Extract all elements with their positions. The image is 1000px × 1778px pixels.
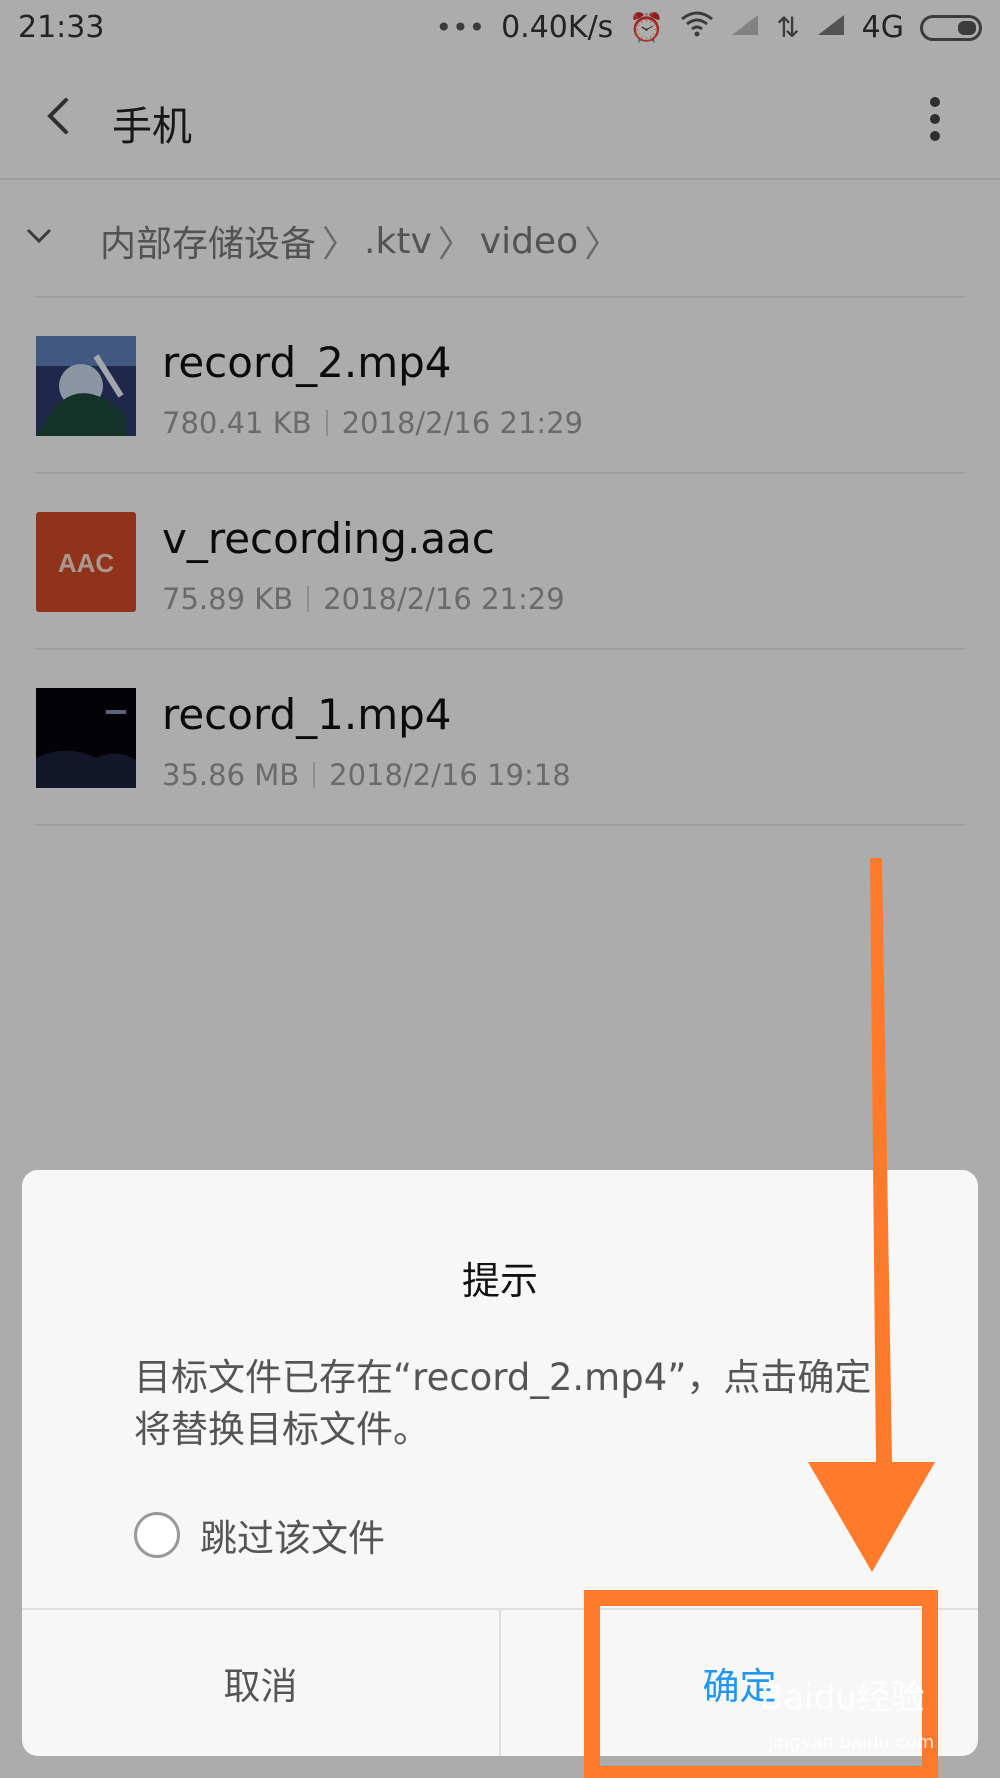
- skip-file-label: 跳过该文件: [200, 1517, 385, 1560]
- confirm-dialog: 提示 目标文件已存在“record_2.mp4”，点击确定将替换目标文件。 跳过…: [22, 1170, 978, 1756]
- dialog-title: 提示: [461, 1259, 538, 1303]
- baidu-watermark: Baidu经验: [760, 1678, 925, 1718]
- cancel-button[interactable]: 取消: [22, 1610, 501, 1756]
- skip-file-option[interactable]: 跳过该文件: [134, 1508, 385, 1562]
- skip-file-checkbox[interactable]: [134, 1512, 180, 1558]
- dialog-message: 目标文件已存在“record_2.mp4”，点击确定将替换目标文件。: [134, 1356, 872, 1451]
- baidu-watermark-url: jingyan.baidu.com: [768, 1732, 935, 1753]
